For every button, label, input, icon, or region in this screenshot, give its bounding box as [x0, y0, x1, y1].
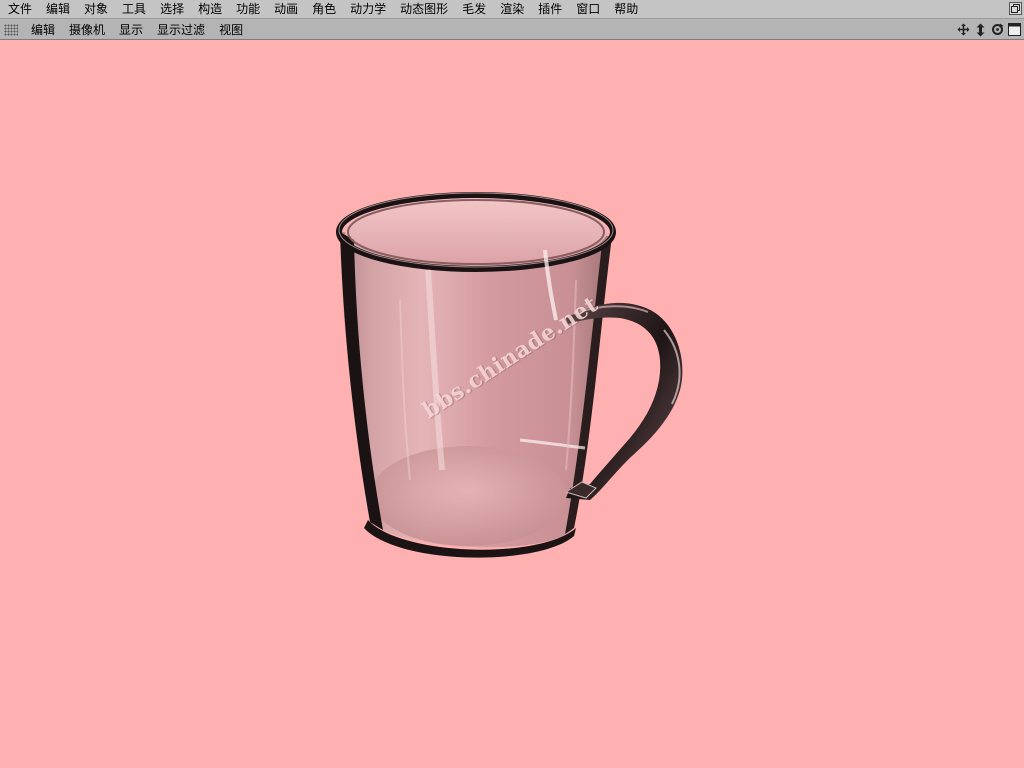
viewport-nav-controls [956, 21, 1022, 38]
menu-mograph[interactable]: 动态图形 [393, 0, 455, 18]
3d-viewport[interactable]: bbs.chinade.net [0, 40, 1024, 768]
menu-animation[interactable]: 动画 [267, 0, 305, 18]
menu-plugins[interactable]: 插件 [531, 0, 569, 18]
glass-mug-render [336, 192, 683, 558]
menu-character[interactable]: 角色 [305, 0, 343, 18]
menu-dynamics[interactable]: 动力学 [343, 0, 393, 18]
dolly-view-icon[interactable] [973, 21, 988, 38]
menu-render[interactable]: 渲染 [493, 0, 531, 18]
restore-icon [1011, 4, 1020, 13]
view-menu-filter[interactable]: 显示过滤 [150, 21, 212, 39]
menu-selection[interactable]: 选择 [153, 0, 191, 18]
menu-edit[interactable]: 编辑 [39, 0, 77, 18]
menu-help[interactable]: 帮助 [607, 0, 645, 18]
drag-grip-icon[interactable] [4, 23, 18, 36]
view-menu-display[interactable]: 显示 [112, 21, 150, 39]
mug-bottom [370, 446, 566, 546]
c4d-window: 文件 编辑 对象 工具 选择 构造 功能 动画 角色 动力学 动态图形 毛发 渲… [0, 0, 1024, 768]
maximize-view-icon[interactable] [1007, 21, 1022, 38]
menu-hair[interactable]: 毛发 [455, 0, 493, 18]
menu-objects[interactable]: 对象 [77, 0, 115, 18]
viewport-menubar: 编辑 摄像机 显示 显示过滤 视图 [0, 20, 1024, 40]
menu-file[interactable]: 文件 [0, 0, 39, 18]
view-menu-camera[interactable]: 摄像机 [62, 21, 112, 39]
menu-structure[interactable]: 构造 [191, 0, 229, 18]
restore-window-button[interactable] [1009, 2, 1022, 15]
rotate-view-icon[interactable] [990, 21, 1005, 38]
view-menu-view[interactable]: 视图 [212, 21, 250, 39]
view-menu-edit[interactable]: 编辑 [24, 21, 62, 39]
menu-tools[interactable]: 工具 [115, 0, 153, 18]
menu-window[interactable]: 窗口 [569, 0, 607, 18]
menu-functions[interactable]: 功能 [229, 0, 267, 18]
move-view-icon[interactable] [956, 21, 971, 38]
main-menubar: 文件 编辑 对象 工具 选择 构造 功能 动画 角色 动力学 动态图形 毛发 渲… [0, 0, 1024, 19]
